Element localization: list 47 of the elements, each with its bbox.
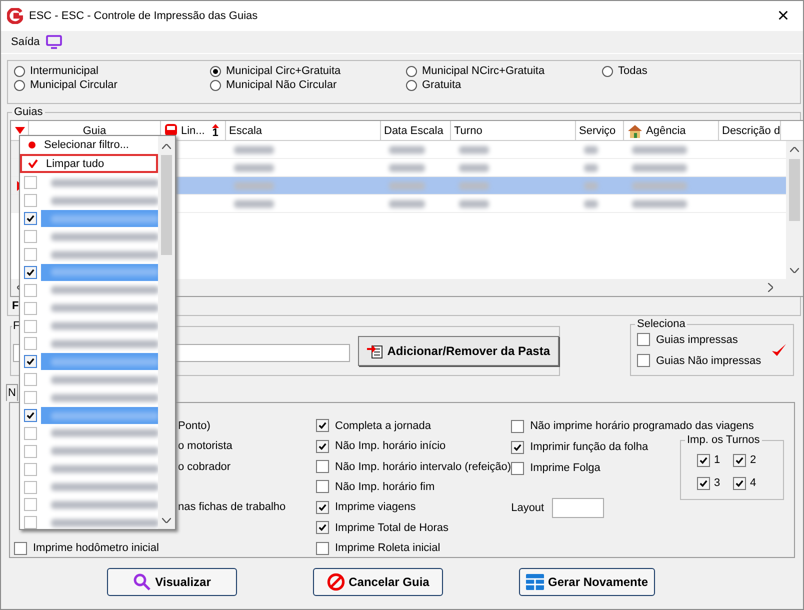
checkbox-option[interactable]: Imprimir função da folha	[511, 438, 648, 456]
action-button[interactable]: Cancelar Guia	[313, 568, 443, 596]
sort-order: 1	[212, 128, 218, 138]
column-header[interactable]: Escala	[226, 121, 381, 140]
radio-option[interactable]: Intermunicipal	[14, 64, 210, 78]
option-label: nas fichas de trabalho	[178, 501, 286, 514]
column-header[interactable]: Agência	[624, 121, 719, 140]
checkbox-option[interactable]: 4	[733, 474, 769, 492]
radio-option[interactable]: Municipal NCirc+Gratuita	[406, 64, 602, 78]
checkbox-option[interactable]: Completa a jornada	[316, 417, 432, 434]
checkbox-option[interactable]: 2	[733, 451, 769, 469]
checkbox-option[interactable]: Imprime Folga	[511, 459, 600, 477]
footer-label: F	[12, 300, 19, 312]
radio-option[interactable]: Gratuita	[406, 78, 602, 92]
tab[interactable]: N	[6, 384, 18, 401]
radio-option[interactable]: Municipal Circ+Gratuita	[210, 64, 406, 78]
option-label: o cobrador	[178, 460, 231, 473]
option-label: o motorista	[178, 440, 232, 452]
option-label: Ponto)	[178, 420, 210, 432]
checkbox-option[interactable]: 1	[697, 451, 733, 469]
close-button[interactable]: ×	[769, 6, 797, 26]
field-label: Layout	[511, 502, 544, 514]
add-remove-button[interactable]: Adicionar/Remover da Pasta	[358, 336, 559, 366]
group-label: Imp. os Turnos	[685, 433, 762, 447]
radio-option[interactable]: Municipal Não Circular	[210, 78, 406, 92]
checkbox-option[interactable]: Imprime hodômetro inicial	[14, 540, 159, 557]
checkbox-option[interactable]: Não Imp. horário início	[316, 437, 446, 455]
column-header[interactable]: Turno	[451, 121, 576, 140]
checkbox-option[interactable]: Imprime viagens	[316, 498, 416, 516]
action-button[interactable]: Visualizar	[107, 568, 237, 596]
checkbox-option[interactable]: Guias Não impressas	[637, 352, 767, 370]
window-title: ESC - ESC - Controle de Impressão das Guias	[29, 10, 259, 22]
column-header[interactable]: Serviço	[576, 121, 624, 140]
checkbox-option[interactable]: Imprime Roleta inicial	[316, 540, 440, 557]
radio-option[interactable]: Municipal Circular	[14, 78, 210, 92]
menu-item[interactable]: Limpar tudo	[20, 154, 158, 173]
checkbox-option[interactable]: Guias impressas	[637, 330, 767, 348]
checkbox-option[interactable]: Não imprime horário programado das viagens	[511, 417, 754, 435]
menu-item[interactable]: Saída	[11, 35, 62, 49]
checkbox-option[interactable]: Não Imp. horário fim	[316, 478, 435, 496]
checkbox-option[interactable]: 3	[697, 474, 733, 492]
checkbox-option[interactable]: Imprime Total de Horas	[316, 519, 449, 537]
radio-option[interactable]: Todas	[602, 64, 782, 78]
column-header[interactable]: Descrição d	[719, 121, 781, 140]
action-button[interactable]: Gerar Novamente	[519, 568, 656, 596]
checkbox-option[interactable]: Não Imp. horário intervalo (refeição)	[316, 458, 512, 476]
column-header[interactable]: Data Escala	[381, 121, 451, 140]
